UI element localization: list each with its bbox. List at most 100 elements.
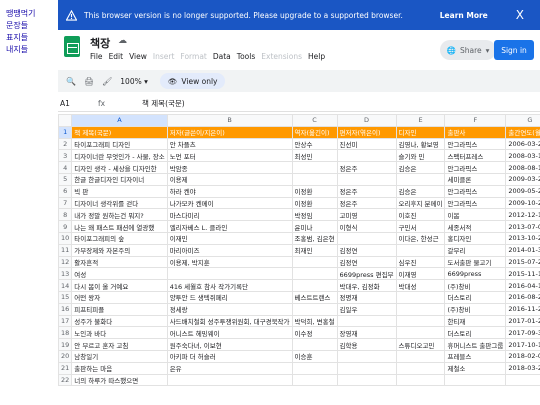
- doc-title[interactable]: 책장: [90, 35, 110, 51]
- table-cell[interactable]: 2008-08-13: [505, 161, 540, 174]
- table-cell[interactable]: 안그라픽스: [444, 137, 507, 151]
- table-cell[interactable]: [395, 326, 446, 340]
- table-cell[interactable]: 안상수: [291, 137, 338, 151]
- table-cell[interactable]: 더스토리: [444, 290, 507, 304]
- row-number[interactable]: 1: [58, 125, 73, 139]
- row-number[interactable]: 2: [58, 137, 73, 151]
- paint-format-icon[interactable]: 🖌: [102, 77, 112, 86]
- table-cell[interactable]: [291, 279, 338, 292]
- table-cell[interactable]: 2015-07-28: [505, 255, 540, 269]
- table-cell[interactable]: 내가 정말 원하는건 뭐지?: [71, 208, 168, 222]
- search-menus-icon[interactable]: 🔍: [66, 77, 76, 86]
- table-cell[interactable]: [291, 361, 338, 375]
- table-cell[interactable]: 아키파 더 허슬러: [166, 349, 293, 363]
- table-cell[interactable]: 안 차플츠: [166, 137, 293, 151]
- row-number[interactable]: 17: [58, 314, 73, 328]
- table-cell[interactable]: [336, 172, 397, 186]
- row-number[interactable]: 9: [58, 220, 73, 233]
- table-cell[interactable]: 스튜디오고민: [395, 338, 446, 351]
- row-number[interactable]: 20: [58, 349, 73, 363]
- row-number[interactable]: 22: [58, 373, 73, 387]
- table-cell[interactable]: (주)창비: [444, 279, 507, 292]
- table-cell[interactable]: [395, 349, 446, 363]
- table-cell[interactable]: 박덕희, 변홍철: [291, 314, 338, 328]
- row-number[interactable]: 21: [58, 361, 73, 375]
- table-cell[interactable]: 이호진: [395, 208, 446, 222]
- menu-edit[interactable]: Edit: [109, 52, 124, 61]
- table-cell[interactable]: 416 세월호 참사 작가기록단: [166, 279, 293, 292]
- header-cell[interactable]: 저자(글쓴이/지은이): [166, 125, 293, 139]
- corner-cell[interactable]: [58, 114, 73, 127]
- table-cell[interactable]: [291, 161, 338, 174]
- row-number[interactable]: 19: [58, 338, 73, 351]
- table-cell[interactable]: 어떤 왕자: [71, 290, 168, 304]
- table-cell[interactable]: [336, 231, 397, 245]
- table-cell[interactable]: 이정환: [291, 184, 338, 198]
- table-cell[interactable]: 김정연: [336, 243, 397, 257]
- table-cell[interactable]: 김학용: [336, 338, 397, 351]
- table-cell[interactable]: 이수정: [291, 326, 338, 340]
- table-cell[interactable]: 한티재: [444, 314, 507, 328]
- left-link-0[interactable]: 땡땡먹기: [6, 8, 58, 20]
- table-cell[interactable]: 이승훈: [291, 349, 338, 363]
- table-cell[interactable]: 2008-03-17: [505, 149, 540, 163]
- row-number[interactable]: 3: [58, 149, 73, 163]
- header-cell[interactable]: 책 제목(국문): [71, 125, 168, 139]
- zoom-select[interactable]: 100% ▾: [120, 77, 148, 86]
- table-cell[interactable]: 정은주: [336, 196, 397, 210]
- table-cell[interactable]: 디자이너란 무엇인가 - 사물, 장소: [71, 149, 168, 163]
- header-cell[interactable]: 출간연도(월/일): [505, 125, 540, 139]
- table-cell[interactable]: [291, 302, 338, 316]
- table-cell[interactable]: 홍디자인: [444, 231, 507, 245]
- menu-file[interactable]: File: [90, 52, 103, 61]
- menu-tools[interactable]: Tools: [237, 52, 255, 61]
- column-header-b[interactable]: B: [166, 114, 293, 127]
- name-box[interactable]: A1: [58, 99, 98, 108]
- table-cell[interactable]: 이봄: [444, 208, 507, 222]
- table-cell[interactable]: 성주가 불화다: [71, 314, 168, 328]
- table-cell[interactable]: 6699press 편집부: [336, 267, 397, 281]
- table-cell[interactable]: 박대우, 김정화: [336, 279, 397, 292]
- table-cell[interactable]: 2018-02-01: [505, 349, 540, 363]
- menu-insert[interactable]: Insert: [153, 52, 175, 61]
- menu-data[interactable]: Data: [213, 52, 231, 61]
- table-cell[interactable]: 피프티피플: [71, 302, 168, 316]
- table-cell[interactable]: 김정연: [336, 255, 397, 269]
- table-cell[interactable]: 정은주: [336, 161, 397, 174]
- table-cell[interactable]: [395, 302, 446, 316]
- row-number[interactable]: 7: [58, 196, 73, 210]
- table-cell[interactable]: 2017-10-10: [505, 338, 540, 351]
- table-cell[interactable]: 더스토리: [444, 326, 507, 340]
- table-cell[interactable]: 박정임: [291, 208, 338, 222]
- table-cell[interactable]: [395, 243, 446, 257]
- table-cell[interactable]: 2016-11-22: [505, 302, 540, 316]
- table-cell[interactable]: 타이포그래피 디자인: [71, 137, 168, 151]
- table-cell[interactable]: 하라 켄야: [166, 184, 293, 198]
- row-number[interactable]: 6: [58, 184, 73, 198]
- table-cell[interactable]: 원주숙다녀, 이보현: [166, 338, 293, 351]
- table-cell[interactable]: 프레블스: [444, 349, 507, 363]
- table-cell[interactable]: 디자이너 생각위를 걷다: [71, 196, 168, 210]
- table-cell[interactable]: 2013-07-01: [505, 220, 540, 233]
- table-cell[interactable]: 정은주: [336, 184, 397, 198]
- row-number[interactable]: 14: [58, 279, 73, 292]
- cloud-status-icon[interactable]: ☁: [118, 36, 127, 46]
- sheets-logo-icon[interactable]: [64, 36, 80, 57]
- column-header-e[interactable]: E: [395, 114, 446, 127]
- table-cell[interactable]: 양투안 드 생텍쥐페리: [166, 290, 293, 304]
- column-header-f[interactable]: F: [444, 114, 507, 127]
- table-cell[interactable]: [336, 149, 397, 163]
- table-cell[interactable]: [291, 267, 338, 281]
- table-cell[interactable]: 어니스트 헤밍웨이: [166, 326, 293, 340]
- table-cell[interactable]: 노먼 포터: [166, 149, 293, 163]
- view-only-button[interactable]: 👁 View only: [159, 73, 226, 89]
- table-cell[interactable]: 은유: [166, 361, 293, 375]
- table-cell[interactable]: 한글 한글디자인 디자이너: [71, 172, 168, 186]
- table-cell[interactable]: 2013-10-25: [505, 231, 540, 245]
- table-cell[interactable]: [291, 255, 338, 269]
- print-icon[interactable]: 🖨: [84, 77, 94, 86]
- row-number[interactable]: 4: [58, 161, 73, 174]
- table-cell[interactable]: 이다은, 한성근: [395, 231, 446, 245]
- table-cell[interactable]: [395, 361, 446, 375]
- table-cell[interactable]: 마스다미리: [166, 208, 293, 222]
